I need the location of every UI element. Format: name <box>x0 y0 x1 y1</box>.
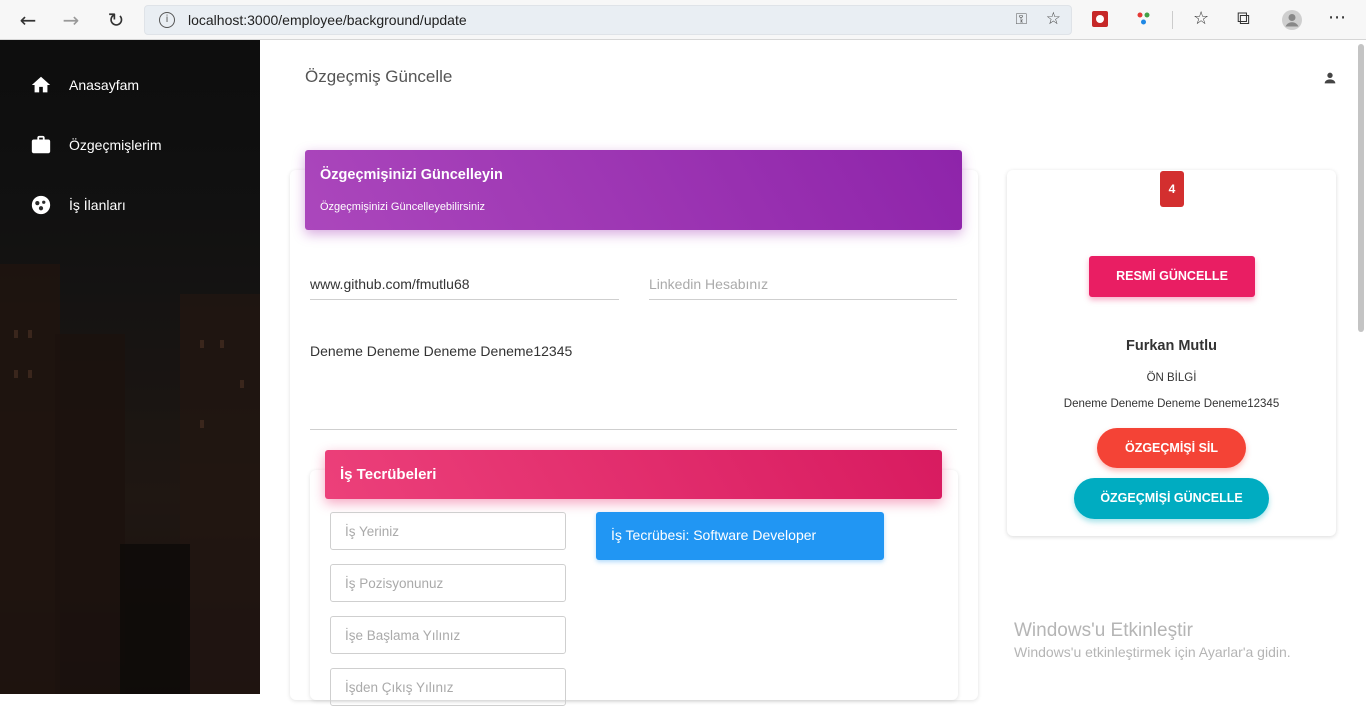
toolbar-divider <box>1172 11 1173 29</box>
collections-icon[interactable]: ⧉ <box>1237 8 1250 29</box>
key-icon[interactable]: ⚿ <box>1016 10 1027 28</box>
form-header-subtitle: Özgeçmişinizi Güncelleyebilirsiniz <box>320 201 486 213</box>
sidebar-item-label: İş İlanları <box>69 197 126 213</box>
forward-icon[interactable]: → <box>57 6 85 34</box>
sidebar-item-label: Anasayfam <box>69 77 140 93</box>
resume-form-header: Özgeçmişinizi Güncelleyin Özgeçmişinizi … <box>305 150 962 230</box>
windows-activation-watermark: Windows'u Etkinleştir Windows'u etkinleş… <box>1014 620 1291 660</box>
profile-icon[interactable] <box>1281 9 1303 31</box>
experience-title: İş Tecrübeleri <box>340 466 437 483</box>
activation-text: Windows'u etkinleştirmek için Ayarlar'a … <box>1014 644 1291 660</box>
bubble-chart-icon <box>30 194 52 216</box>
sidebar-item-home[interactable]: Anasayfam <box>30 70 139 100</box>
linkedin-input[interactable]: Linkedin Hesabınız <box>649 270 957 300</box>
url-text[interactable]: localhost:3000/employee/background/updat… <box>188 12 467 28</box>
favorite-add-icon[interactable]: ☆ <box>1046 9 1061 29</box>
update-resume-button[interactable]: ÖZGEÇMİŞİ GÜNCELLE <box>1074 478 1269 519</box>
profile-name: Furkan Mutlu <box>1125 338 1218 354</box>
pre-info-label: ÖN BİLGİ <box>1146 372 1197 384</box>
position-input[interactable]: İş Pozisyonunuz <box>330 564 566 602</box>
start-year-input[interactable]: İşe Başlama Yılınız <box>330 616 566 654</box>
end-year-input[interactable]: İşden Çıkış Yılınız <box>330 668 566 706</box>
extension-icon[interactable] <box>1091 10 1109 28</box>
scrollbar-thumb[interactable] <box>1358 44 1364 332</box>
sidebar-item-resumes[interactable]: Özgeçmişlerim <box>30 130 162 160</box>
address-bar[interactable]: i localhost:3000/employee/background/upd… <box>144 5 1072 35</box>
favorites-icon[interactable]: ☆ <box>1193 8 1209 29</box>
more-icon[interactable]: ⋯ <box>1328 7 1346 28</box>
experience-item[interactable]: İş Tecrübesi: Software Developer <box>596 512 884 560</box>
extension-color-icon[interactable] <box>1135 10 1153 28</box>
delete-resume-button[interactable]: ÖZGEÇMİŞİ SİL <box>1097 428 1246 468</box>
user-icon[interactable] <box>1322 70 1338 86</box>
briefcase-icon <box>30 134 52 156</box>
avatar: 4 <box>1160 171 1184 207</box>
workplace-input[interactable]: İş Yeriniz <box>330 512 566 550</box>
sidebar-item-job-postings[interactable]: İş İlanları <box>30 190 126 220</box>
sidebar-item-label: Özgeçmişlerim <box>69 137 162 153</box>
home-icon <box>30 74 52 96</box>
page-title: Özgeçmiş Güncelle <box>305 67 453 86</box>
back-icon[interactable]: ← <box>14 6 42 34</box>
summary-textarea[interactable]: Deneme Deneme Deneme Deneme12345 <box>310 337 957 430</box>
update-image-button[interactable]: RESMİ GÜNCELLE <box>1089 256 1255 297</box>
github-input[interactable]: www.github.com/fmutlu68 <box>310 270 619 300</box>
activation-title: Windows'u Etkinleştir <box>1014 620 1193 641</box>
experience-header: İş Tecrübeleri <box>325 450 942 499</box>
pre-info-text: Deneme Deneme Deneme Deneme12345 <box>1063 398 1280 410</box>
sidebar: Anasayfam Özgeçmişlerim İş İlanları <box>0 40 260 694</box>
form-header-title: Özgeçmişinizi Güncelleyin <box>320 167 503 183</box>
browser-toolbar: ← → ↻ i localhost:3000/employee/backgrou… <box>0 0 1366 40</box>
reload-icon[interactable]: ↻ <box>102 6 130 34</box>
info-icon[interactable]: i <box>159 12 175 28</box>
